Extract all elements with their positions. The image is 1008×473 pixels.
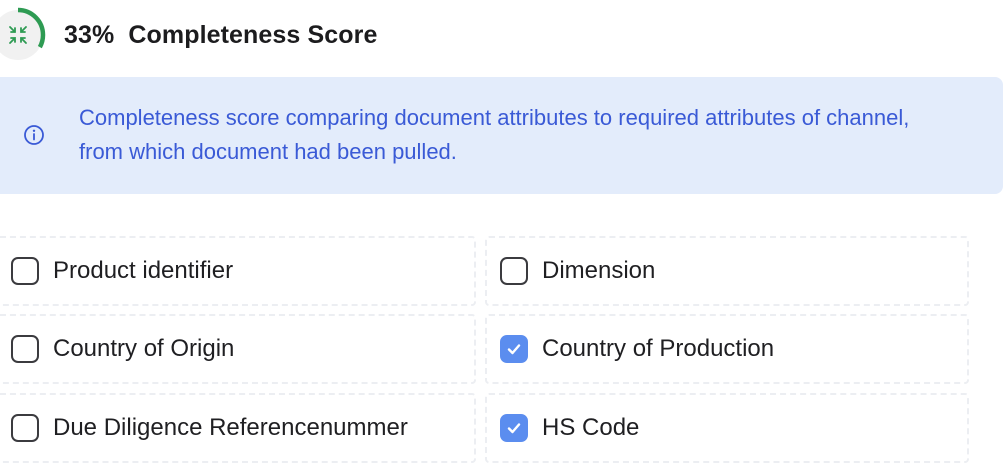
- score-ring: [0, 5, 48, 65]
- score-percent: 33%: [64, 20, 115, 49]
- progress-ring: [0, 7, 46, 63]
- header-text: 33% Completeness Score: [64, 21, 377, 50]
- checkmark-icon: [507, 423, 521, 434]
- attribute-item[interactable]: Product identifier: [0, 236, 476, 306]
- attribute-label: Due Diligence Referencenummer: [53, 414, 408, 441]
- attribute-label: Country of Production: [542, 335, 775, 362]
- checkmark-icon: [507, 344, 521, 355]
- checkbox[interactable]: [11, 257, 39, 285]
- completeness-header: 33% Completeness Score: [0, 4, 377, 66]
- attribute-item[interactable]: Country of Origin: [0, 314, 476, 384]
- attribute-label: Product identifier: [53, 257, 234, 284]
- attribute-item[interactable]: Due Diligence Referencenummer: [0, 393, 476, 463]
- checkbox[interactable]: [11, 335, 39, 363]
- checkbox[interactable]: [500, 335, 528, 363]
- attribute-item[interactable]: Country of Production: [485, 314, 969, 384]
- attribute-item[interactable]: Dimension: [485, 236, 969, 306]
- checkbox[interactable]: [11, 414, 39, 442]
- checkbox[interactable]: [500, 414, 528, 442]
- attribute-label: HS Code: [542, 414, 640, 441]
- attribute-label: Dimension: [542, 257, 656, 284]
- info-circle-icon: [24, 125, 44, 145]
- score-title: Completeness Score: [128, 20, 378, 49]
- attribute-label: Country of Origin: [53, 335, 235, 362]
- checkbox[interactable]: [500, 257, 528, 285]
- info-text: Completeness score comparing document at…: [79, 105, 910, 164]
- attribute-item[interactable]: HS Code: [485, 393, 969, 463]
- completeness-panel: 33% Completeness Score Completeness scor…: [0, 0, 1008, 473]
